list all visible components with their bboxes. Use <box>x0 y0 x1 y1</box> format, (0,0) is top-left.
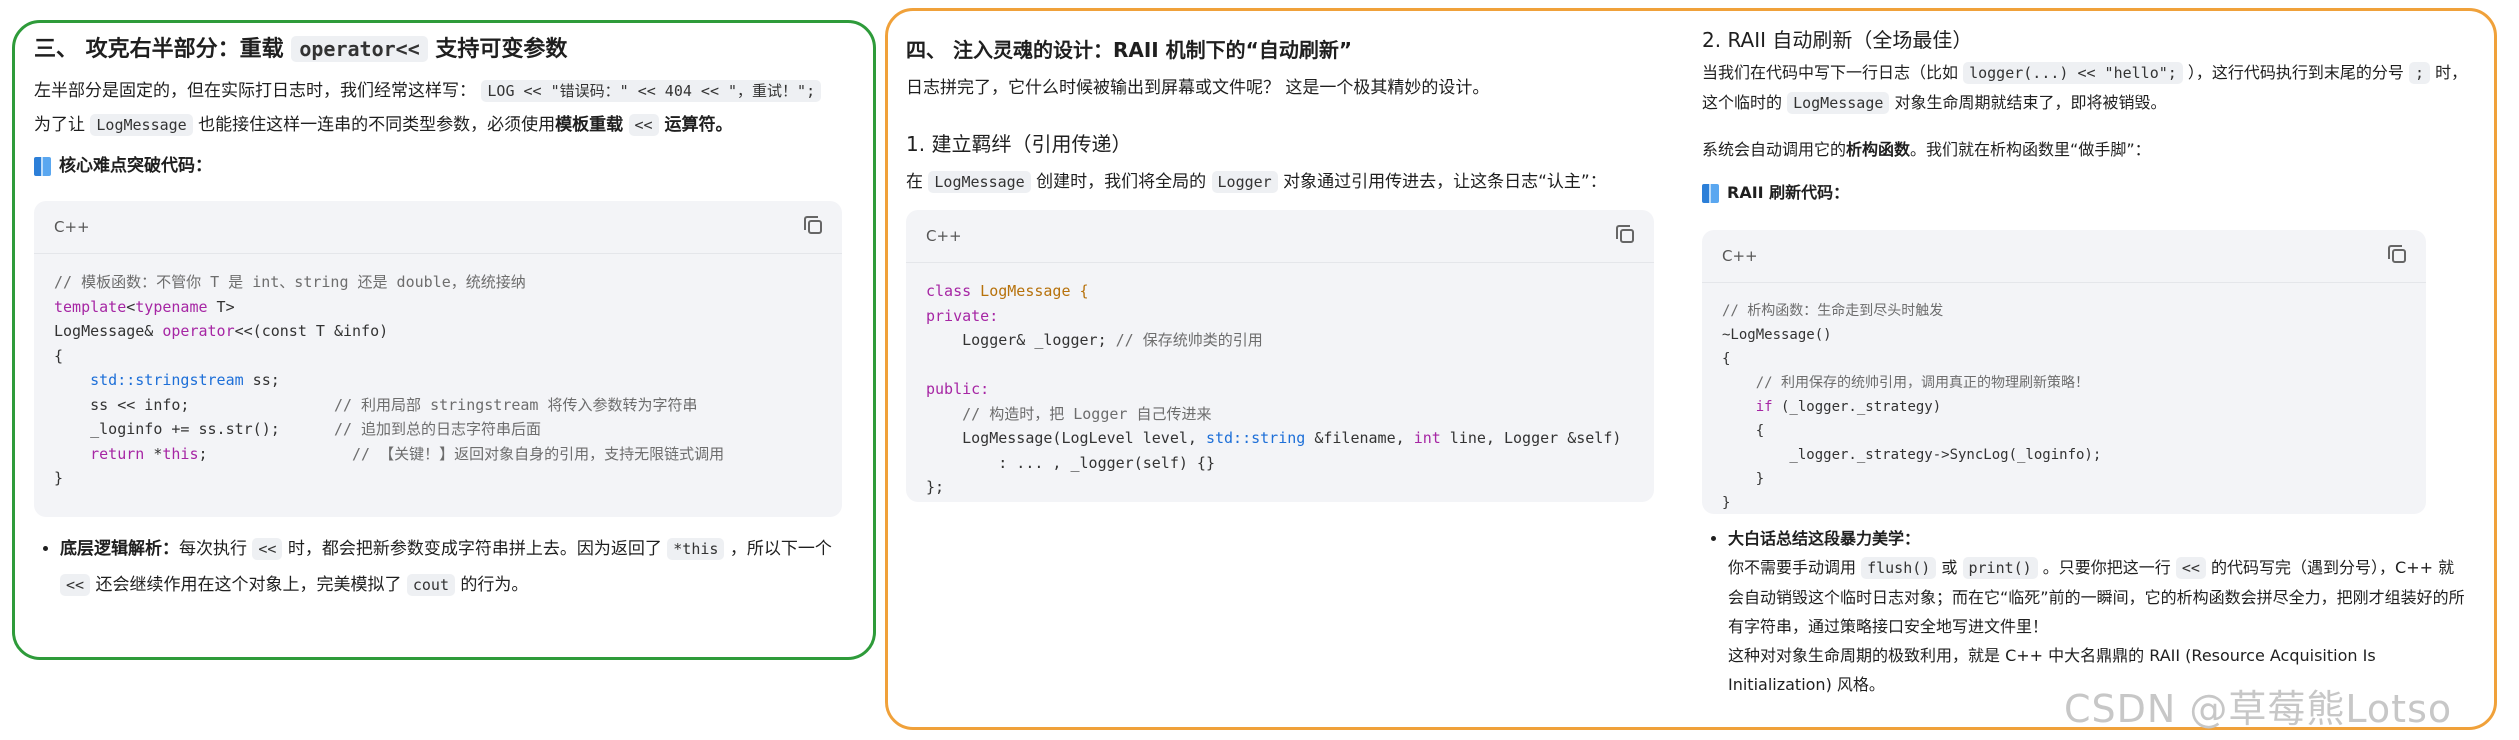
list-item: 大白话总结这段暴力美学： 你不需要手动调用 flush() 或 print() … <box>1728 524 2468 699</box>
middle-section: 四、 注入灵魂的设计：RAII 机制下的“自动刷新” 日志拼完了，它什么时候被输… <box>906 36 1656 502</box>
code-language-label: C++ <box>1722 247 1758 265</box>
right-section: 2. RAII 自动刷新（全场最佳） 当我们在代码中写下一行日志（比如 logg… <box>1702 26 2482 699</box>
left-section-title: 三、 攻克右半部分：重载 operator<< 支持可变参数 <box>34 36 568 62</box>
left-section: 三、 攻克右半部分：重载 operator<< 支持可变参数 左半部分是固定的，… <box>34 34 854 603</box>
middle-code-content: class LogMessage { private: Logger& _log… <box>926 282 1622 496</box>
middle-paragraph: 在 LogMessage 创建时，我们将全局的 Logger 对象通过引用传进去… <box>906 171 1607 193</box>
code-header: C++ <box>906 210 1654 263</box>
watermark: CSDN @草莓熊Lotso <box>2064 687 2453 731</box>
left-paragraph-1: 左半部分是固定的，但在实际打日志时，我们经常这样写： LOG << "错误码："… <box>34 75 854 107</box>
middle-intro: 日志拼完了，它什么时候被输出到屏幕或文件呢？ 这是一个极其精妙的设计。 <box>906 78 1490 98</box>
right-paragraph-1: 当我们在代码中写下一行日志（比如 logger(...) << "hello";… <box>1702 62 2468 114</box>
copy-icon[interactable] <box>804 216 822 234</box>
right-paragraph-2: 系统会自动调用它的析构函数。我们就在析构函数里“做手脚”： <box>1702 140 2151 159</box>
left-code-block: C++ // 模板函数：不管你 T 是 int、string 还是 double… <box>34 201 842 517</box>
book-icon <box>1702 183 1719 203</box>
middle-section-title: 四、 注入灵魂的设计：RAII 机制下的“自动刷新” <box>906 38 1352 62</box>
right-code-block: C++ // 析构函数：生命走到尽头时触发 ~LogMessage() { //… <box>1702 230 2426 514</box>
right-subheading: 2. RAII 自动刷新（全场最佳） <box>1702 28 1973 52</box>
code-language-label: C++ <box>926 227 962 245</box>
left-section-label: 核心难点突破代码： <box>34 151 854 181</box>
copy-icon[interactable] <box>2388 245 2406 263</box>
right-bullet-list: 大白话总结这段暴力美学： 你不需要手动调用 flush() 或 print() … <box>1702 524 2468 699</box>
code-language-label: C++ <box>54 218 90 236</box>
right-code-content: // 析构函数：生命走到尽头时触发 ~LogMessage() { // 利用保… <box>1722 303 2102 511</box>
code-header: C++ <box>34 201 842 254</box>
middle-code-block: C++ class LogMessage { private: Logger& … <box>906 210 1654 502</box>
copy-icon[interactable] <box>1616 225 1634 243</box>
code-header: C++ <box>1702 230 2426 283</box>
left-code-content: // 模板函数：不管你 T 是 int、string 还是 double，统统接… <box>54 273 725 487</box>
left-bullet-list: 底层逻辑解析：每次执行 << 时，都会把新参数变成字符串拼上去。因为返回了 *t… <box>34 531 850 603</box>
left-paragraph-2: 为了让 LogMessage 也能接住这样一连串的不同类型参数，必须使用模板重载… <box>34 114 733 136</box>
middle-subheading: 1. 建立羁绊（引用传递） <box>906 132 1132 156</box>
right-section-label: RAII 刷新代码： <box>1702 178 2482 208</box>
list-item: 底层逻辑解析：每次执行 << 时，都会把新参数变成字符串拼上去。因为返回了 *t… <box>60 531 850 603</box>
book-icon <box>34 156 51 176</box>
